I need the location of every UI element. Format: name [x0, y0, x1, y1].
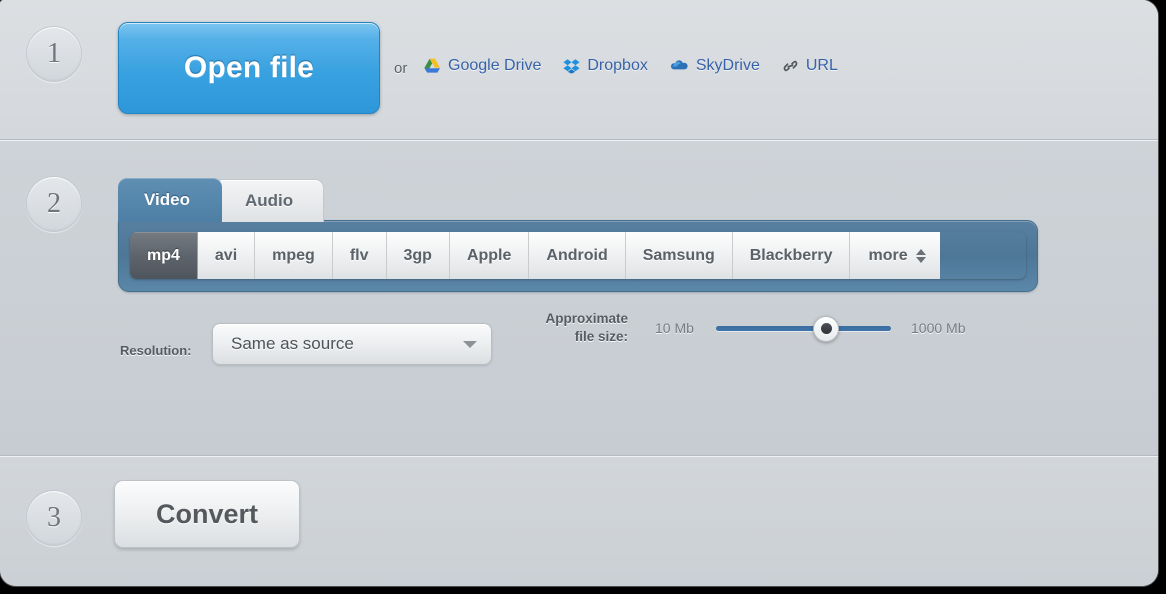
- resolution-value: Same as source: [231, 334, 354, 353]
- format-button-group: mp4 avi mpeg flv 3gp Apple Android Samsu…: [130, 232, 1026, 279]
- format-button-blackberry[interactable]: Blackberry: [732, 232, 851, 279]
- section-format-options: 2 Video Audio mp4 avi mpeg flv 3gp Apple…: [0, 139, 1158, 544]
- filesize-slider-handle[interactable]: [813, 315, 839, 342]
- skydrive-link[interactable]: SkyDrive: [670, 57, 760, 75]
- converter-panel: 1 Open file or Google Drive Dropbox SkyD…: [0, 0, 1158, 586]
- format-button-android[interactable]: Android: [529, 232, 626, 279]
- dropbox-label: Dropbox: [587, 57, 648, 74]
- dropbox-icon: [563, 58, 580, 74]
- url-link[interactable]: URL: [782, 57, 838, 75]
- link-icon: [782, 59, 799, 73]
- filesize-min-label: 10 Mb: [655, 320, 694, 336]
- step-number-2: 2: [26, 176, 82, 232]
- format-button-3gp[interactable]: 3gp: [386, 232, 450, 279]
- resolution-label: Resolution:: [120, 343, 192, 358]
- skydrive-label: SkyDrive: [695, 57, 760, 74]
- chevron-down-icon: [463, 340, 477, 348]
- app-root: 1 Open file or Google Drive Dropbox SkyD…: [0, 0, 1166, 594]
- skydrive-icon: [670, 59, 689, 73]
- open-file-button[interactable]: Open file: [118, 22, 380, 114]
- step-number-1: 1: [26, 26, 82, 82]
- convert-button[interactable]: Convert: [114, 480, 300, 548]
- format-button-avi[interactable]: avi: [197, 232, 256, 279]
- cloud-source-links: Google Drive Dropbox SkyDrive URL: [424, 57, 838, 75]
- tab-video[interactable]: Video: [118, 178, 222, 222]
- filesize-label-line2: file size:: [574, 329, 628, 344]
- tab-audio[interactable]: Audio: [213, 179, 325, 222]
- format-more-label: more: [868, 246, 908, 264]
- google-drive-icon: [424, 58, 441, 74]
- format-button-samsung[interactable]: Samsung: [625, 232, 733, 279]
- url-label: URL: [805, 57, 838, 74]
- section-open-file: 1 Open file or Google Drive Dropbox SkyD…: [0, 0, 1158, 139]
- step-number-3: 3: [26, 490, 82, 546]
- format-button-mpeg[interactable]: mpeg: [255, 232, 333, 279]
- or-label: or: [394, 60, 408, 77]
- stepper-updown-icon: [915, 248, 926, 263]
- section-convert: 3 Convert: [0, 455, 1158, 586]
- format-button-flv[interactable]: flv: [332, 232, 387, 279]
- filesize-max-label: 1000 Mb: [911, 320, 966, 336]
- format-button-apple[interactable]: Apple: [449, 232, 530, 279]
- format-selector-bar: mp4 avi mpeg flv 3gp Apple Android Samsu…: [118, 220, 1038, 292]
- google-drive-label: Google Drive: [448, 57, 542, 74]
- filesize-slider[interactable]: [716, 315, 891, 342]
- media-type-tabs: Video Audio: [118, 178, 325, 222]
- resolution-select[interactable]: Same as source: [212, 323, 492, 365]
- format-button-mp4[interactable]: mp4: [130, 232, 198, 279]
- format-button-more[interactable]: more: [850, 232, 940, 279]
- google-drive-link[interactable]: Google Drive: [424, 57, 541, 75]
- dropbox-link[interactable]: Dropbox: [563, 57, 648, 75]
- filesize-label-line1: Approximate: [545, 311, 628, 326]
- filesize-label: Approximate file size:: [528, 310, 628, 346]
